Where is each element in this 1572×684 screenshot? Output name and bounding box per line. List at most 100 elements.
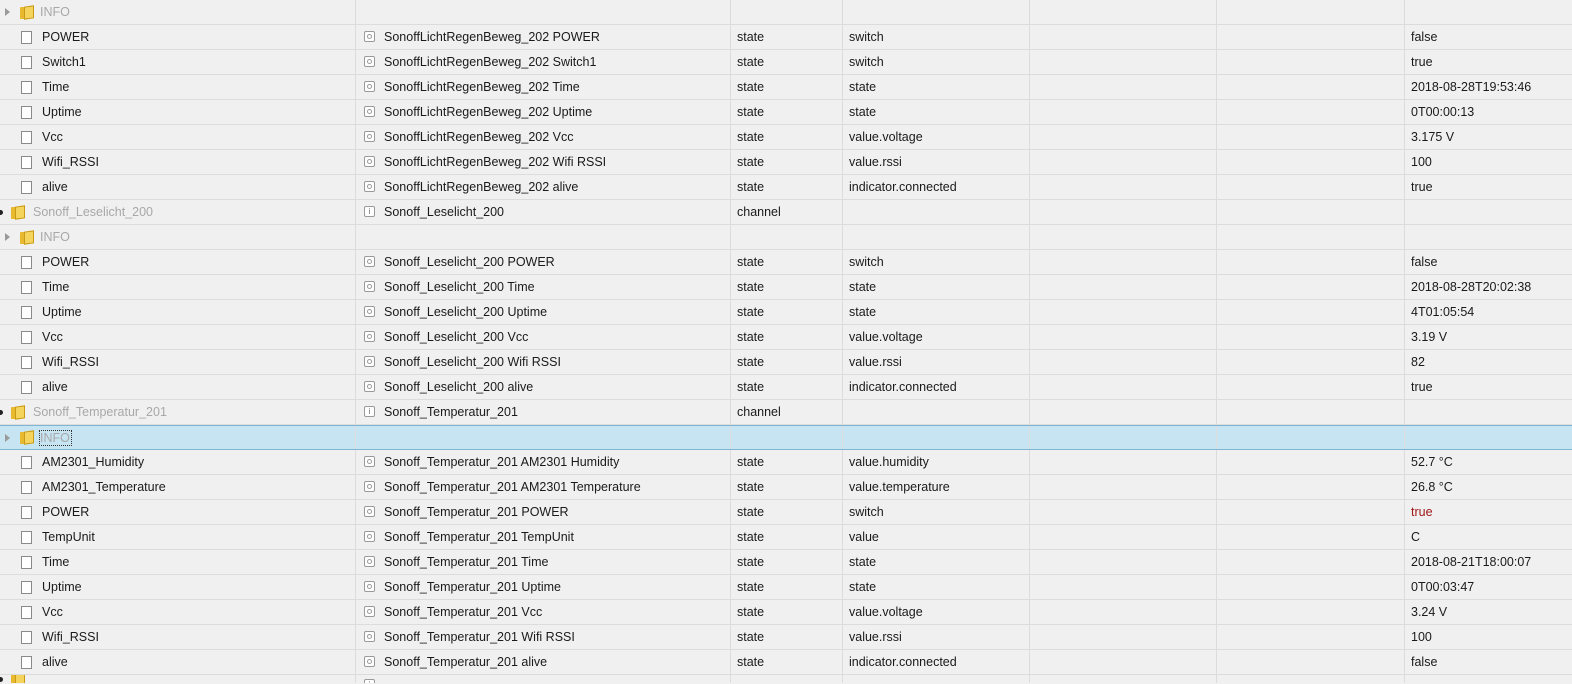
value-cell[interactable]: false [1405,250,1572,274]
tree-row-state[interactable]: POWER Sonoff_Temperatur_201 POWER state swi… [0,500,1572,525]
value-cell[interactable]: 26.8 °C [1405,475,1572,499]
room-cell[interactable] [1030,0,1216,24]
value-cell[interactable] [1405,426,1572,449]
room-cell[interactable] [1030,675,1216,683]
function-cell[interactable] [1217,400,1404,424]
function-cell[interactable] [1217,250,1404,274]
room-cell[interactable] [1030,300,1216,324]
function-cell[interactable] [1217,350,1404,374]
tree-row-channel[interactable]: Sonoff_Leselicht_200 i Sonoff_Leselicht_20… [0,200,1572,225]
room-cell[interactable] [1030,225,1216,249]
state-value[interactable]: 26.8 °C [1405,480,1453,494]
tree-row-folder[interactable]: INFO [0,0,1572,25]
tree-row-state[interactable]: Wifi_RSSI Sonoff_Temperatur_201 Wifi RSSI… [0,625,1572,650]
room-cell[interactable] [1030,400,1216,424]
function-cell[interactable] [1217,525,1404,549]
room-cell[interactable] [1030,625,1216,649]
state-value[interactable]: 3.175 V [1405,130,1454,144]
tree-row-state[interactable]: Uptime Sonoff_Leselicht_200 Uptime state st… [0,300,1572,325]
room-cell[interactable] [1030,350,1216,374]
function-cell[interactable] [1217,325,1404,349]
value-cell[interactable]: true [1405,50,1572,74]
function-cell[interactable] [1217,675,1404,683]
expand-arrow-icon[interactable] [5,233,10,241]
room-cell[interactable] [1030,575,1216,599]
value-cell[interactable]: false [1405,650,1572,674]
room-cell[interactable] [1030,375,1216,399]
tree-row-state[interactable]: POWER Sonoff_Leselicht_200 POWER state swit… [0,250,1572,275]
state-value[interactable]: true [1405,55,1433,69]
room-cell[interactable] [1030,650,1216,674]
function-cell[interactable] [1217,75,1404,99]
room-cell[interactable] [1030,500,1216,524]
tree-row-state[interactable]: Switch1 SonoffLichtRegenBeweg_202 Switch1… [0,50,1572,75]
state-value[interactable]: 2018-08-28T19:53:46 [1405,80,1531,94]
state-value[interactable]: true [1405,380,1433,394]
tree-row-state[interactable]: AM2301_Temperature Sonoff_Temperatur_201 … [0,475,1572,500]
function-cell[interactable] [1217,375,1404,399]
value-cell[interactable]: 2018-08-21T18:00:07 [1405,550,1572,574]
function-cell[interactable] [1217,450,1404,474]
state-value[interactable]: 2018-08-21T18:00:07 [1405,555,1531,569]
function-cell[interactable] [1217,426,1404,449]
room-cell[interactable] [1030,250,1216,274]
tree-row-state[interactable]: Uptime SonoffLichtRegenBeweg_202 Uptime st… [0,100,1572,125]
room-cell[interactable] [1030,175,1216,199]
tree-row-state[interactable]: Time SonoffLichtRegenBeweg_202 Time state s… [0,75,1572,100]
value-cell[interactable]: 0T00:03:47 [1405,575,1572,599]
value-cell[interactable] [1405,0,1572,24]
state-value[interactable]: false [1405,655,1437,669]
tree-row-state[interactable]: POWER SonoffLichtRegenBeweg_202 POWER stat… [0,25,1572,50]
tree-row-state[interactable]: TempUnit Sonoff_Temperatur_201 TempUnit st… [0,525,1572,550]
room-cell[interactable] [1030,25,1216,49]
state-value[interactable]: C [1405,530,1420,544]
state-value[interactable]: 2018-08-28T20:02:38 [1405,280,1531,294]
room-cell[interactable] [1030,75,1216,99]
expand-arrow-icon[interactable] [5,8,10,16]
room-cell[interactable] [1030,150,1216,174]
tree-row-channel[interactable]: Sonoff_Temperatur_201 i Sonoff_Temperatur_… [0,400,1572,425]
state-value[interactable]: 100 [1405,155,1432,169]
state-value[interactable]: false [1405,30,1437,44]
function-cell[interactable] [1217,625,1404,649]
value-cell[interactable]: C [1405,525,1572,549]
function-cell[interactable] [1217,500,1404,524]
state-value[interactable]: 100 [1405,630,1432,644]
tree-row-state[interactable]: Vcc Sonoff_Temperatur_201 Vcc state value.v… [0,600,1572,625]
expand-bullet-icon[interactable] [0,209,3,215]
function-cell[interactable] [1217,125,1404,149]
state-value[interactable]: 52.7 °C [1405,455,1453,469]
function-cell[interactable] [1217,175,1404,199]
tree-row-state[interactable]: alive SonoffLichtRegenBeweg_202 alive stat… [0,175,1572,200]
room-cell[interactable] [1030,475,1216,499]
function-cell[interactable] [1217,225,1404,249]
tree-row-folder[interactable]: INFO [0,425,1572,450]
tree-row-state[interactable]: alive Sonoff_Temperatur_201 alive state ind… [0,650,1572,675]
value-cell[interactable]: 2018-08-28T19:53:46 [1405,75,1572,99]
value-cell[interactable]: 100 [1405,150,1572,174]
value-cell[interactable]: false [1405,25,1572,49]
value-cell[interactable] [1405,400,1572,424]
tree-row-state[interactable]: AM2301_Humidity Sonoff_Temperatur_201 AM2… [0,450,1572,475]
function-cell[interactable] [1217,600,1404,624]
value-cell[interactable] [1405,225,1572,249]
value-cell[interactable]: 3.175 V [1405,125,1572,149]
tree-row-channel[interactable]: i [0,675,1572,683]
state-value[interactable]: 4T01:05:54 [1405,305,1474,319]
value-cell[interactable]: true [1405,375,1572,399]
value-cell[interactable]: 3.19 V [1405,325,1572,349]
value-cell[interactable]: true [1405,500,1572,524]
function-cell[interactable] [1217,50,1404,74]
room-cell[interactable] [1030,450,1216,474]
room-cell[interactable] [1030,200,1216,224]
room-cell[interactable] [1030,525,1216,549]
tree-row-state[interactable]: Wifi_RSSI SonoffLichtRegenBeweg_202 Wifi … [0,150,1572,175]
function-cell[interactable] [1217,650,1404,674]
value-cell[interactable]: 3.24 V [1405,600,1572,624]
function-cell[interactable] [1217,150,1404,174]
function-cell[interactable] [1217,575,1404,599]
room-cell[interactable] [1030,325,1216,349]
state-value[interactable]: 0T00:00:13 [1405,105,1474,119]
function-cell[interactable] [1217,275,1404,299]
room-cell[interactable] [1030,100,1216,124]
